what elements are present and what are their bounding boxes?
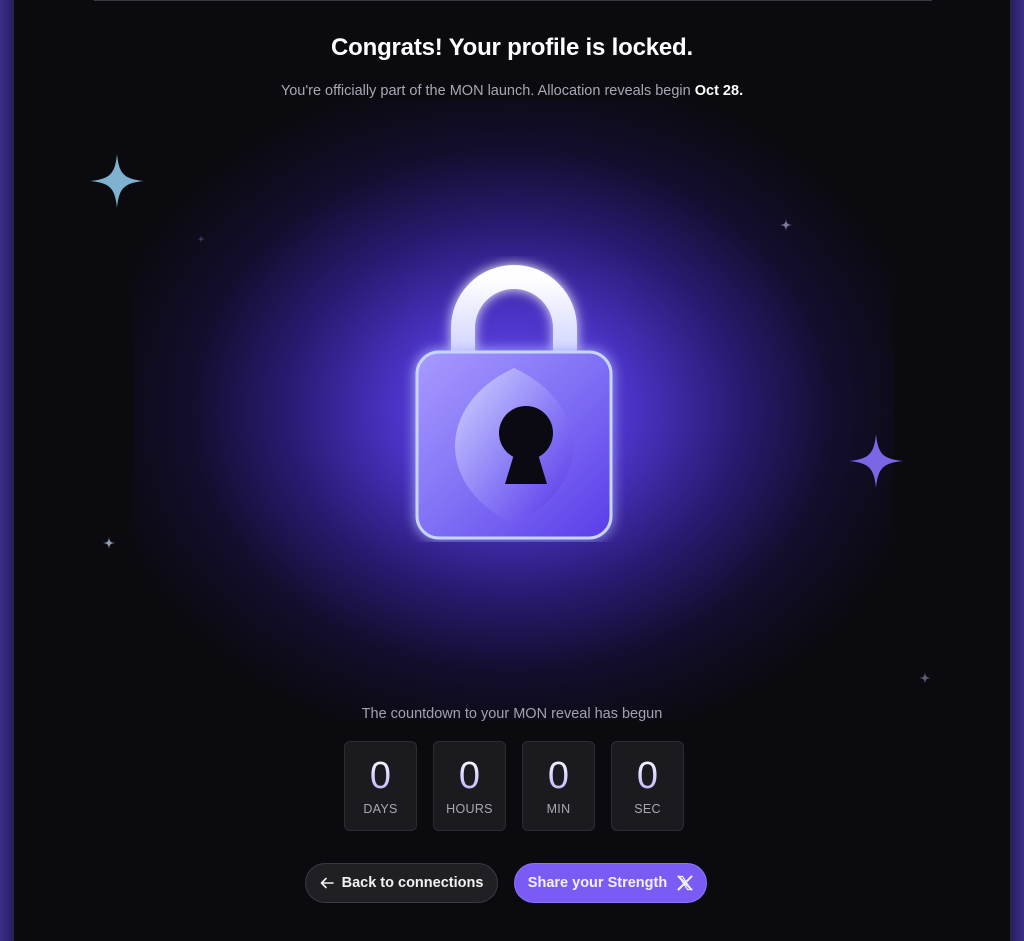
countdown-unit: DAYS <box>363 802 398 816</box>
back-button-label: Back to connections <box>341 875 484 891</box>
main-panel: Congrats! Your profile is locked. You're… <box>13 0 1011 941</box>
sparkle-icon <box>103 537 115 549</box>
back-to-connections-button[interactable]: Back to connections <box>305 863 498 903</box>
top-divider <box>94 0 932 1</box>
share-button-label: Share your Strength <box>527 875 668 891</box>
padlock-icon <box>415 265 613 540</box>
sparkle-icon <box>919 672 931 684</box>
sparkle-icon <box>197 235 205 243</box>
share-your-strength-button[interactable]: Share your Strength <box>514 863 707 903</box>
countdown-hours: 0 HOURS <box>433 741 506 831</box>
countdown-value: 0 <box>458 755 481 797</box>
countdown-days: 0 DAYS <box>344 741 417 831</box>
countdown-unit: SEC <box>634 802 661 816</box>
subtitle-text: You're officially part of the MON launch… <box>280 83 695 99</box>
page-subtitle: You're officially part of the MON launch… <box>14 83 1010 99</box>
countdown-minutes: 0 MIN <box>522 741 595 831</box>
countdown-value: 0 <box>636 755 659 797</box>
countdown-label: The countdown to your MON reveal has beg… <box>361 706 663 722</box>
countdown-value: 0 <box>369 755 392 797</box>
countdown-timer: 0 DAYS 0 HOURS 0 MIN 0 SEC <box>344 741 684 831</box>
sparkle-icon <box>780 219 792 231</box>
x-logo-icon <box>677 875 693 891</box>
countdown-seconds: 0 SEC <box>611 741 684 831</box>
sparkle-icon <box>90 154 144 208</box>
countdown-value: 0 <box>547 755 570 797</box>
countdown-unit: MIN <box>546 802 571 816</box>
reveal-date: Oct 28. <box>694 83 744 99</box>
arrow-left-icon <box>320 876 334 890</box>
action-bar: Back to connections Share your Strength <box>14 863 1010 903</box>
page-title: Congrats! Your profile is locked. <box>331 34 693 61</box>
sparkle-icon <box>849 434 903 488</box>
countdown-unit: HOURS <box>446 802 493 816</box>
